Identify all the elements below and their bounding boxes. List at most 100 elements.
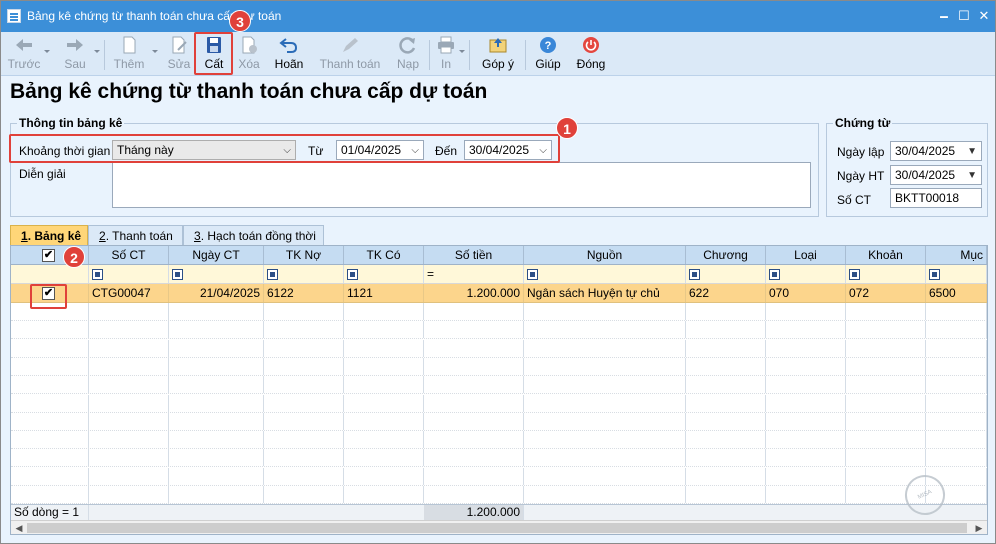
load-button[interactable]: Nạp [391,34,425,74]
cell-nguon[interactable]: Ngân sách Huyện tự chủ [524,284,686,302]
cell-chuong[interactable]: 622 [686,284,766,302]
print-dropdown-icon[interactable] [459,50,465,53]
cell-so-ct[interactable]: CTG00047 [89,284,169,302]
post-date-picker[interactable]: 30/04/2025 ▼ [890,165,982,185]
column-header[interactable]: Nguồn [524,246,686,264]
filter-cell[interactable] [926,265,987,283]
empty-row [11,431,987,450]
filter-icon[interactable] [689,269,700,280]
filter-cell[interactable] [686,265,766,283]
empty-row [11,412,987,431]
help-button[interactable]: ? Giúp [531,34,565,74]
column-header[interactable]: Loại [766,246,846,264]
prev-dropdown-icon[interactable] [44,50,50,53]
empty-cell [766,394,846,412]
empty-cell [846,394,926,412]
column-header[interactable]: Khoản [846,246,926,264]
add-button[interactable]: Thêm [109,34,149,74]
total-amount: 1.200.000 [424,505,524,520]
toolbar-separator [429,40,430,70]
filter-icon[interactable] [347,269,358,280]
filter-icon[interactable] [267,269,278,280]
delete-button[interactable]: Xóa [232,34,266,74]
empty-cell [11,412,89,430]
cell-tk-co[interactable]: 1121 [344,284,424,302]
empty-row [11,486,987,504]
next-dropdown-icon[interactable] [94,50,100,53]
filter-icon[interactable] [527,269,538,280]
filter-cell[interactable] [169,265,264,283]
filter-icon[interactable] [849,269,860,280]
empty-cell [424,412,524,430]
cell-tk-no[interactable]: 6122 [264,284,344,302]
filter-cell[interactable] [264,265,344,283]
next-button[interactable]: Sau [56,34,94,74]
filter-cell[interactable] [846,265,926,283]
close-button[interactable]: Đóng [573,34,609,74]
column-header[interactable]: Số CT [89,246,169,264]
pen-icon [343,38,358,52]
edit-button[interactable]: Sửa [162,34,196,74]
filter-icon[interactable] [92,269,103,280]
empty-cell [926,303,987,320]
filter-cell[interactable] [89,265,169,283]
cancel-button[interactable]: Hoãn [269,34,309,74]
scroll-left-icon[interactable]: ◀ [11,521,27,534]
empty-cell [169,321,264,339]
empty-cell [926,321,987,339]
column-header[interactable]: Số tiền [424,246,524,264]
filter-icon[interactable] [172,269,183,280]
print-button[interactable]: In [433,34,459,74]
empty-cell [686,449,766,467]
filter-cell[interactable] [766,265,846,283]
scroll-right-icon[interactable]: ▶ [971,521,987,534]
empty-cell [524,321,686,339]
filter-cell[interactable] [344,265,424,283]
filter-cell[interactable] [524,265,686,283]
add-dropdown-icon[interactable] [152,50,158,53]
column-header[interactable]: TK Nợ [264,246,344,264]
empty-cell [344,303,424,320]
empty-cell [344,339,424,357]
column-header[interactable]: Mục [926,246,987,264]
empty-cell [11,357,89,375]
select-all-checkbox[interactable]: ✔ [42,249,55,262]
payment-button[interactable]: Thanh toán [317,34,383,74]
tab-thanh-toan[interactable]: 2. Thanh toán [88,225,183,245]
maximize-button[interactable]: ☐ [955,7,973,25]
tab-hach-toan-dong-thoi[interactable]: 3. Hạch toán đồng thời [183,225,324,245]
column-header[interactable]: TK Có [344,246,424,264]
filter-cell[interactable]: = [424,265,524,283]
empty-cell [169,357,264,375]
empty-cell [524,339,686,357]
cell-so-tien[interactable]: 1.200.000 [424,284,524,302]
close-window-button[interactable]: ✕ [975,7,993,25]
horizontal-scrollbar[interactable]: ◀ ▶ [11,520,987,534]
feedback-button[interactable]: Góp ý [477,34,519,74]
cell-ngay-ct[interactable]: 21/04/2025 [169,284,264,302]
arrow-right-icon [67,39,83,51]
column-header[interactable]: Chương [686,246,766,264]
empty-cell [686,412,766,430]
title-bar: Bảng kê chứng từ thanh toán chưa cấp dự … [1,1,995,32]
column-header[interactable]: Ngày CT [169,246,264,264]
minimize-button[interactable]: 🗕 [935,7,953,25]
create-date-picker[interactable]: 30/04/2025 ▼ [890,141,982,161]
cell-muc[interactable]: 6500 [926,284,987,302]
undo-icon [279,38,298,53]
scroll-thumb[interactable] [27,523,967,533]
filter-icon[interactable] [929,269,940,280]
empty-cell [524,376,686,394]
empty-cell [846,321,926,339]
description-input[interactable] [112,162,811,208]
cell-khoan[interactable]: 072 [846,284,926,302]
grid-header-row: ✔ Số CT Ngày CT TK Nợ TK Có Số tiền Nguồ… [11,246,987,265]
prev-button[interactable]: Trước [5,34,43,74]
voucher-number-input[interactable]: BKTT00018 [890,188,982,208]
table-row[interactable]: ✔ CTG00047 21/04/2025 6122 1121 1.200.00… [11,284,987,303]
tab-bang-ke[interactable]: 1. Bảng kê [10,225,88,245]
cell-loai[interactable]: 070 [766,284,846,302]
filter-operator[interactable]: = [427,267,434,281]
filter-icon[interactable] [769,269,780,280]
step-badge-1: 1 [556,117,578,139]
